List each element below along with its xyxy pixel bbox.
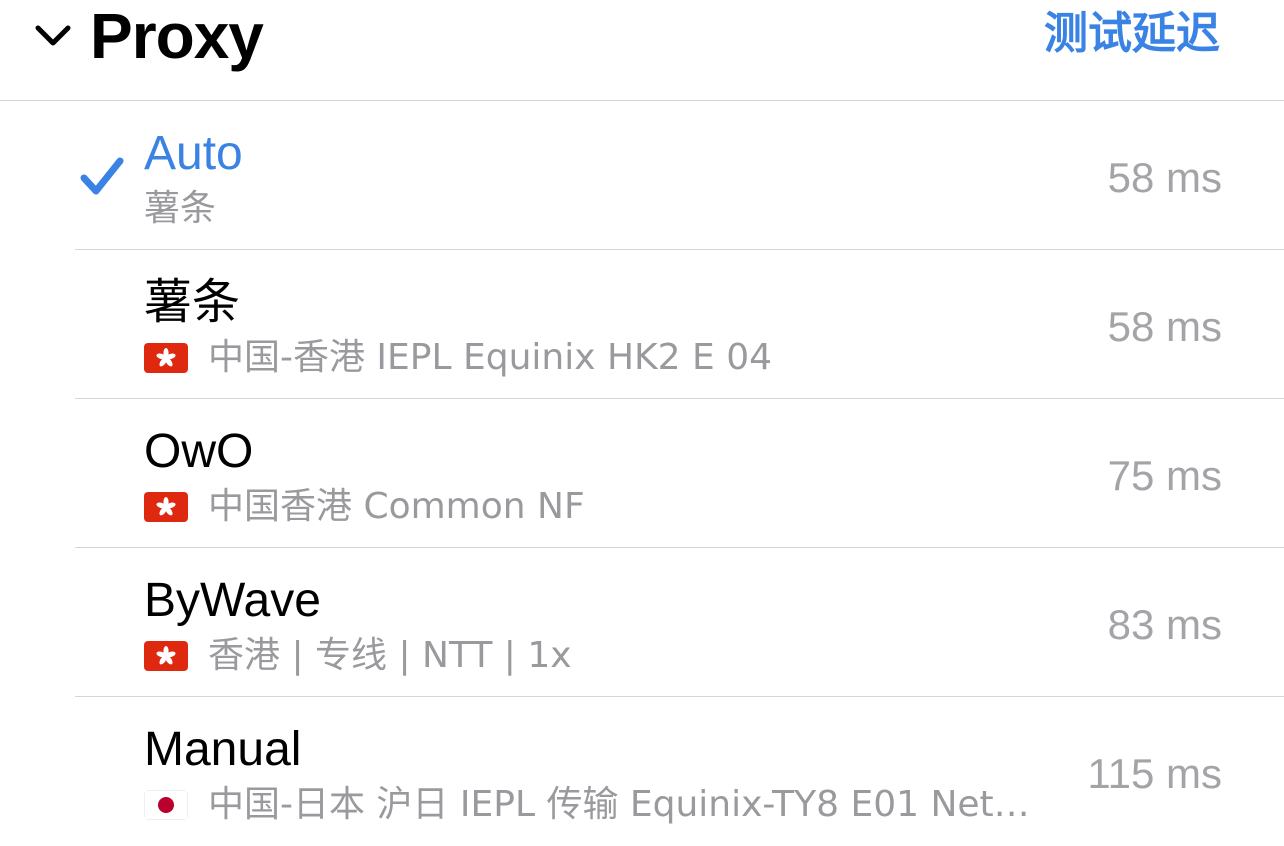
proxy-subtitle-text: 中国香港 Common NF: [208, 486, 585, 527]
proxy-name: 薯条: [144, 276, 241, 329]
proxy-subtitle: 中国香港 Common NF: [144, 485, 585, 529]
checkmark-icon: [80, 157, 124, 195]
group-title: Proxy: [90, 0, 264, 72]
proxy-row-shutiao[interactable]: 薯条 中国-香港 IEPL Equinix HK2 E 04 58 ms: [0, 250, 1284, 399]
proxy-subtitle: 中国-香港 IEPL Equinix HK2 E 04: [144, 336, 772, 380]
proxy-subtitle-text: 中国-日本 沪日 IEPL 传输 Equinix-TY8 E01 Net…: [208, 784, 1030, 825]
proxy-subtitle: 香港 | 专线 | NTT | 1x: [144, 634, 572, 678]
proxy-subtitle-text: 中国-香港 IEPL Equinix HK2 E 04: [208, 337, 773, 378]
proxy-subtitle-text: 薯条: [144, 188, 217, 229]
chevron-down-icon[interactable]: [30, 16, 76, 56]
proxy-group-header: Proxy 测试延迟: [0, 0, 1284, 101]
proxy-row-bywave[interactable]: ByWave 香港 | 专线 | NTT | 1x 83 ms: [0, 548, 1284, 697]
proxy-name: OwO: [144, 425, 254, 478]
proxy-row-manual[interactable]: Manual 中国-日本 沪日 IEPL 传输 Equinix-TY8 E01 …: [0, 697, 1284, 846]
latency-value: 83 ms: [1107, 601, 1222, 648]
proxy-row-owo[interactable]: OwO 中国香港 Common NF 75 ms: [0, 399, 1284, 548]
latency-value: 75 ms: [1107, 452, 1222, 499]
proxy-list: Auto 薯条 58 ms 薯条 中国-香港 IEPL Equinix HK2: [0, 101, 1284, 846]
proxy-name: Auto: [144, 127, 243, 180]
latency-value: 115 ms: [1087, 750, 1222, 797]
proxy-subtitle: 薯条: [144, 187, 216, 231]
hong-kong-flag-icon: [144, 343, 188, 373]
japan-flag-icon: [144, 790, 188, 820]
hong-kong-flag-icon: [144, 492, 188, 522]
latency-value: 58 ms: [1107, 154, 1222, 201]
latency-value: 58 ms: [1107, 303, 1222, 350]
test-latency-button[interactable]: 测试延迟: [1044, 8, 1220, 60]
proxy-row-auto[interactable]: Auto 薯条 58 ms: [0, 101, 1284, 250]
hong-kong-flag-icon: [144, 641, 188, 671]
proxy-name: Manual: [144, 723, 302, 776]
proxy-subtitle-text: 香港 | 专线 | NTT | 1x: [208, 635, 572, 676]
proxy-subtitle: 中国-日本 沪日 IEPL 传输 Equinix-TY8 E01 Net…: [144, 783, 1030, 827]
proxy-name: ByWave: [144, 574, 321, 627]
